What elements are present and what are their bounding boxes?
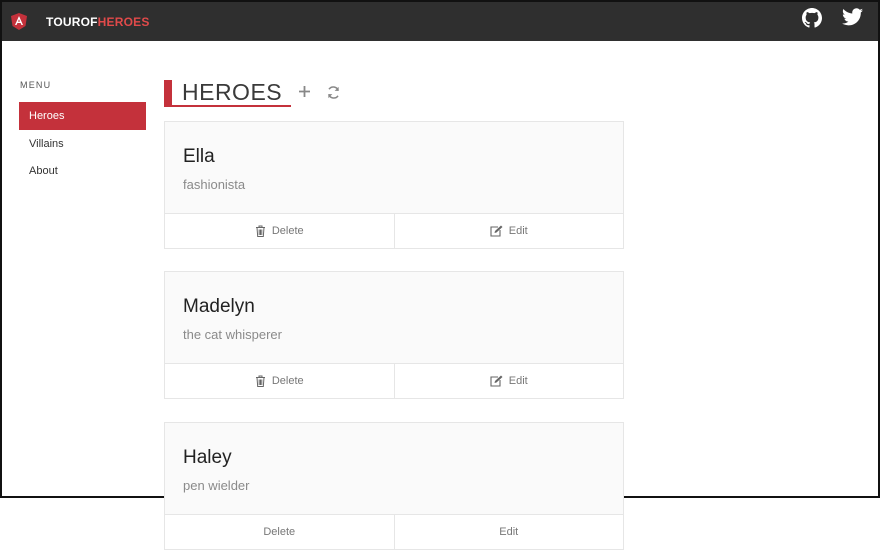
delete-label: Delete <box>271 375 304 387</box>
hero-description: pen wielder <box>183 478 250 493</box>
trash-icon <box>255 375 265 387</box>
edit-button[interactable]: Edit <box>393 515 624 549</box>
refresh-icon[interactable] <box>326 85 341 100</box>
delete-label: Delete <box>271 225 304 237</box>
sidebar-item-villains[interactable]: Villains <box>19 130 146 158</box>
trash-icon <box>255 225 265 237</box>
sidebar-item-about[interactable]: About <box>19 157 146 185</box>
hero-card-body[interactable]: Ella fashionista <box>165 122 623 214</box>
github-icon[interactable] <box>802 8 822 28</box>
hero-card-actions: Delete Edit <box>165 364 623 398</box>
hero-name: Madelyn <box>183 296 255 317</box>
menu-label: MENU <box>20 80 52 90</box>
plus-icon[interactable] <box>298 85 311 98</box>
hero-name: Ella <box>183 146 215 167</box>
delete-label: Delete <box>263 526 296 538</box>
delete-button[interactable]: Delete <box>165 214 394 248</box>
edit-label: Edit <box>508 375 528 387</box>
edit-button[interactable]: Edit <box>393 364 624 398</box>
edit-button[interactable]: Edit <box>393 214 624 248</box>
brand-part-tour: TOUR <box>46 15 81 29</box>
hero-card: Madelyn the cat whisperer Delete Edit <box>164 271 624 399</box>
brand-part-heroes: HEROES <box>97 15 150 29</box>
brand-title[interactable]: TOUROFHEROES <box>46 15 150 29</box>
hero-description: fashionista <box>183 177 246 192</box>
edit-label: Edit <box>508 225 528 237</box>
title-underline <box>164 105 291 107</box>
title-accent-block <box>164 80 172 106</box>
hero-card-actions: Delete Edit <box>165 214 623 248</box>
hero-card: Ella fashionista Delete Edit <box>164 121 624 249</box>
twitter-icon[interactable] <box>842 8 863 26</box>
delete-button[interactable]: Delete <box>165 364 394 398</box>
hero-card-actions: Delete Edit <box>165 515 623 549</box>
hero-card-body[interactable]: Haley pen wielder <box>165 423 623 515</box>
edit-icon <box>490 375 503 387</box>
delete-button[interactable]: Delete <box>165 515 394 549</box>
page-title: HEROES <box>182 79 283 105</box>
hero-description: the cat whisperer <box>183 327 282 342</box>
hero-name: Haley <box>183 447 232 468</box>
brand-part-of: OF <box>80 15 98 29</box>
edit-icon <box>490 225 503 237</box>
top-navbar: TOUROFHEROES <box>2 2 878 41</box>
hero-card: Haley pen wielder Delete Edit <box>164 422 624 550</box>
edit-label: Edit <box>499 526 519 538</box>
shield-logo-icon[interactable] <box>11 13 27 30</box>
sidebar-item-heroes[interactable]: Heroes <box>19 102 146 130</box>
hero-card-body[interactable]: Madelyn the cat whisperer <box>165 272 623 364</box>
